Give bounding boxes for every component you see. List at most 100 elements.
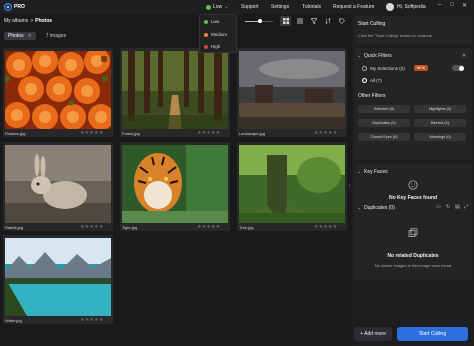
close-icon[interactable]: ✕ (462, 53, 466, 59)
photo-filename: Forest.jpg (122, 131, 140, 136)
radio-all[interactable]: All (7) (362, 78, 382, 83)
quality-option-high[interactable]: High (204, 44, 220, 49)
start-culling-section: Start Culling Click the "Start Culling" … (354, 16, 472, 44)
photo-filename: Water.jpg (5, 318, 22, 323)
breadcrumb: My albums > Photos (4, 18, 52, 24)
start-culling-title: Start Culling (358, 21, 386, 27)
tutorials-link[interactable]: Tutorials (302, 4, 321, 10)
radio-button[interactable] (362, 66, 367, 71)
photo-card[interactable]: Tree.jpg ★★★★★ (237, 142, 347, 231)
quality-option-label: Low (211, 19, 220, 24)
quality-dot-icon (206, 4, 211, 10)
photo-card[interactable]: Landscape.jpg ★★★★★ (237, 48, 347, 137)
star-rating[interactable]: ★★★★★ (80, 224, 103, 230)
photo-card[interactable]: Tiger.jpg ★★★★★ (120, 142, 230, 231)
filter-chip-selected[interactable]: Selected (0) (358, 105, 410, 113)
photo-grid: Flowers.jpg ★★★★★ Forest.jpg ★★★★★ Lands… (0, 44, 347, 326)
expand-icon[interactable]: ⤢ (464, 204, 468, 210)
tag-icon[interactable] (336, 16, 347, 26)
right-panel: Start Culling Click the "Start Culling" … (352, 14, 474, 346)
photo-card[interactable]: Water.jpg ★★★★★ (3, 235, 113, 324)
star-rating[interactable]: ★★★★★ (197, 224, 220, 230)
breadcrumb-current: Photos (35, 18, 53, 24)
quality-selector[interactable]: Low ⌄ (206, 3, 228, 11)
start-culling-button[interactable]: Start Culling (397, 327, 468, 341)
close-icon[interactable]: ✕ (28, 33, 32, 39)
photo-filename: Tree.jpg (239, 225, 254, 230)
selections-toggle[interactable] (452, 65, 464, 71)
filter-chip-highlights[interactable]: Highlights (0) (414, 105, 466, 113)
photo-thumbnail[interactable] (239, 51, 345, 129)
quality-dot-icon (204, 19, 208, 24)
tab-photos[interactable]: Photos ✕ (4, 32, 36, 40)
stack-icon[interactable]: ▤ (455, 204, 460, 210)
tab-photos-label: Photos (8, 33, 24, 39)
tag-icon[interactable] (101, 56, 107, 62)
other-filters-title: Other Filters (358, 93, 386, 99)
add-more-button[interactable]: + Add more (354, 327, 392, 341)
list-view-icon[interactable] (294, 16, 305, 26)
photo-filename: Rabbit.jpg (5, 225, 24, 230)
radio-label: My Selections (0) (370, 66, 405, 71)
sad-face-icon (408, 180, 418, 190)
star-rating[interactable]: ★★★★★ (80, 130, 103, 136)
slider-knob[interactable] (258, 19, 263, 23)
star-rating[interactable]: ★★★★★ (80, 317, 103, 323)
start-culling-subtitle: Click the "Start Culling" button to cont… (358, 33, 432, 38)
star-rating[interactable]: ★★★★★ (314, 224, 337, 230)
chevron-down-icon[interactable]: ⌄ (357, 169, 361, 175)
settings-link[interactable]: Settings (271, 4, 289, 10)
filter-chip-duplicates[interactable]: Duplicates (0) (358, 119, 410, 127)
filter-chip-blurred[interactable]: Blurred (0) (414, 119, 466, 127)
photo-card[interactable]: Flowers.jpg ★★★★★ (3, 48, 113, 137)
app-name: PRO (14, 4, 25, 10)
radio-my-selections[interactable]: My Selections (0) (362, 66, 405, 71)
chevron-down-icon[interactable]: ⌄ (357, 53, 361, 59)
request-feature-link[interactable]: Request a Feature (333, 4, 374, 10)
chevron-down-icon: ⌄ (224, 4, 229, 10)
photo-card[interactable]: Forest.jpg ★★★★★ (120, 48, 230, 137)
user-greeting[interactable]: Hi, Softpedia (397, 4, 426, 10)
compare-icon[interactable]: ▭ (436, 204, 441, 210)
photo-thumbnail[interactable] (122, 51, 228, 129)
chevron-down-icon[interactable]: ⌄ (357, 205, 361, 211)
quality-dropdown: Low Medium High (199, 14, 237, 53)
maximize-icon[interactable]: □ (450, 2, 454, 8)
quality-option-low[interactable]: Low (204, 19, 219, 24)
filter-chip-closed-eyes[interactable]: Closed Eyes (0) (358, 133, 410, 141)
quality-option-label: High (211, 44, 221, 49)
photo-filename: Flowers.jpg (5, 131, 26, 136)
filter-chip-warnings[interactable]: Warnings (0) (414, 133, 466, 141)
quality-dot-icon (204, 44, 208, 49)
toggle-knob (459, 65, 464, 71)
avatar[interactable] (386, 3, 394, 11)
duplicates-title: Duplicates (0) (364, 205, 395, 211)
radio-button[interactable] (362, 78, 367, 83)
minimize-icon[interactable]: – (438, 2, 441, 8)
thumbnail-size-slider[interactable] (245, 19, 273, 23)
breadcrumb-root[interactable]: My albums (4, 18, 28, 24)
quality-dot-icon (204, 32, 208, 37)
photo-thumbnail[interactable] (5, 145, 111, 223)
photo-card[interactable]: Rabbit.jpg ★★★★★ (3, 142, 113, 231)
support-link[interactable]: Support (241, 4, 259, 10)
photo-filename: Landscape.jpg (239, 131, 266, 136)
radio-label: All (7) (370, 78, 382, 83)
photo-thumbnail[interactable] (239, 145, 345, 223)
duplicates-empty-subtitle: No similar images to this image were fou… (374, 263, 452, 268)
title-bar: PRO Low ⌄ Support Settings Tutorials Req… (0, 0, 474, 14)
star-rating[interactable]: ★★★★★ (197, 130, 220, 136)
filter-icon[interactable] (308, 16, 319, 26)
refresh-icon[interactable]: ↻ (446, 204, 450, 210)
photo-thumbnail[interactable] (122, 145, 228, 223)
grid-view-icon[interactable] (280, 16, 291, 26)
photo-thumbnail[interactable] (5, 51, 111, 129)
photo-thumbnail[interactable] (5, 238, 111, 316)
star-rating[interactable]: ★★★★★ (314, 130, 337, 136)
duplicates-empty-title: No related Duplicates (387, 253, 439, 259)
quality-option-medium[interactable]: Medium (204, 32, 227, 37)
sort-icon[interactable] (322, 16, 333, 26)
close-icon[interactable]: ✕ (462, 2, 467, 9)
quick-filters-title: Quick Filters (364, 53, 392, 59)
key-faces-title: Key Faces (364, 169, 388, 175)
